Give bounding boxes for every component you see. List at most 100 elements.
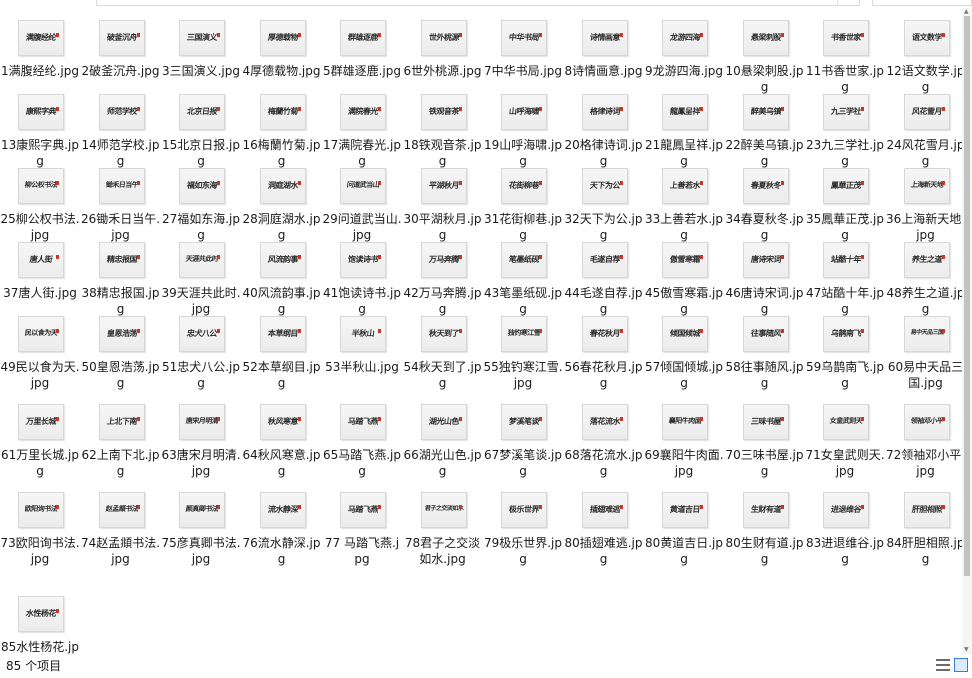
file-thumbnail: 欧阳询书法: [18, 492, 64, 528]
file-thumbnail: 柳公权书法: [18, 168, 64, 204]
file-item[interactable]: 水性杨花 85水性杨花.jpg: [0, 584, 80, 654]
seal-stamp-icon: [136, 107, 140, 111]
file-name-label: 9龙游四海.jpg: [644, 64, 724, 78]
file-thumbnail: 站酷十年: [823, 242, 869, 278]
file-item[interactable]: 襄阳牛肉面 69襄阳牛肉面.jpg: [644, 392, 724, 478]
file-item[interactable]: 梦溪笔谈 67梦溪笔谈.jpg: [483, 392, 563, 478]
seal-stamp-icon: [539, 107, 542, 111]
seal-stamp-icon: [378, 505, 381, 509]
seal-stamp-icon: [378, 329, 381, 333]
file-thumbnail: 养生之道: [903, 242, 950, 278]
file-item[interactable]: 肝胆相照 84肝胆相照.jpg: [886, 480, 962, 566]
file-item[interactable]: 民以食为天 49民以食为天.jpg: [0, 304, 80, 390]
seal-stamp-icon: [941, 505, 945, 509]
file-thumbnail: 中华书局: [501, 20, 547, 56]
file-item[interactable]: 欧阳询书法 73欧阳询书法.jpg: [0, 480, 80, 566]
file-item[interactable]: 女皇武则天 71女皇武则天.jpg: [805, 392, 885, 478]
scroll-down-arrow-icon[interactable]: ▼: [964, 646, 969, 654]
file-thumbnail: 马踏飞燕: [340, 404, 386, 440]
large-icons-view-icon[interactable]: [954, 658, 968, 672]
file-thumbnail: 肝胆相照: [903, 492, 950, 528]
file-item[interactable]: 进退维谷 83进退维谷.jpg: [805, 480, 885, 566]
file-item[interactable]: 君子之交淡如水 78君子之交淡如水.jpg: [403, 480, 483, 566]
file-item[interactable]: 流水静深 76流水静深.jpg: [242, 480, 322, 566]
file-name-label: 8诗情画意.jpg: [564, 64, 643, 78]
address-bar[interactable]: [96, 0, 860, 6]
file-thumbnail: 北京日报: [179, 94, 225, 130]
file-item[interactable]: 万里长城 61万里长城.jpg: [0, 392, 80, 478]
file-item[interactable]: 秋天到了 54秋天到了.jpg: [403, 304, 483, 390]
file-name-label: 63唐宋月明清.jpg: [161, 448, 241, 478]
file-thumbnail: 悬梁刺股: [742, 20, 789, 56]
vertical-scrollbar[interactable]: ▲ ▼: [962, 8, 972, 654]
file-item[interactable]: 生财有道 80生财有道.jpg: [725, 480, 805, 566]
file-item[interactable]: 赵孟頫书法 74赵孟頫书法.jpg: [81, 480, 161, 566]
seal-stamp-icon: [941, 181, 945, 185]
seal-stamp-icon: [378, 33, 381, 37]
file-item[interactable]: 易中天品三国 60易中天品三国.jpg: [886, 304, 962, 390]
file-name-label: 79极乐世界.jpg: [483, 536, 563, 566]
scrollbar-thumb[interactable]: [964, 16, 970, 576]
file-item[interactable]: 倾国倾城 57倾国倾城.jpg: [644, 304, 724, 390]
file-thumbnail: 书香世家: [823, 20, 869, 56]
seal-stamp-icon: [56, 107, 59, 111]
file-item[interactable]: 领袖邓小平 72领袖邓小平.jpg: [885, 392, 962, 478]
file-thumbnail: 毛遂自荐: [581, 242, 628, 278]
file-name-label: 71女皇武则天.jpg: [805, 448, 885, 478]
file-item[interactable]: 三味书屋 70三味书屋.jpg: [725, 392, 805, 478]
seal-stamp-icon: [619, 505, 623, 509]
file-thumbnail: 满院春光: [340, 94, 386, 130]
file-item[interactable]: 上北下南 62上南下北.jpg: [81, 392, 161, 478]
seal-stamp-icon: [136, 33, 140, 37]
file-item[interactable]: 颜真卿书法 75彦真卿书法.jpg: [161, 480, 241, 566]
file-name-label: 72领袖邓小平.jpg: [885, 448, 962, 478]
file-item[interactable]: 湖光山色 66湖光山色.jpg: [403, 392, 483, 478]
file-thumbnail: 诗情画意: [581, 20, 628, 56]
file-item[interactable]: 秋风寒意 64秋风寒意.jpg: [242, 392, 322, 478]
file-name-label: 59乌鹊南飞.jpg: [805, 360, 885, 390]
seal-stamp-icon: [861, 181, 864, 185]
seal-stamp-icon: [56, 505, 59, 509]
file-item[interactable]: 往事随风 58往事随风.jpg: [725, 304, 805, 390]
file-item[interactable]: 乌鹊南飞 59乌鹊南飞.jpg: [805, 304, 885, 390]
file-thumbnail: 倾国倾城: [662, 316, 708, 352]
seal-stamp-icon: [217, 255, 220, 259]
file-item[interactable]: 黄道吉日 80黄道吉日.jpg: [644, 480, 724, 566]
seal-stamp-icon: [458, 255, 462, 259]
file-name-label: 61万里长城.jpg: [0, 448, 80, 478]
seal-stamp-icon: [700, 181, 703, 185]
file-name-label: 80黄道吉日.jpg: [644, 536, 724, 566]
file-name-label: 50皇恩浩荡.jpg: [81, 360, 160, 390]
file-item[interactable]: 马踏飞燕 77 马踏飞燕.jpg: [322, 480, 402, 566]
file-item[interactable]: 插翅难逃 80插翅难逃.jpg: [564, 480, 644, 566]
file-thumbnail: 进退维谷: [823, 492, 869, 528]
seal-stamp-icon: [297, 255, 301, 259]
file-thumbnail: 春花秋月: [581, 316, 628, 352]
file-item[interactable]: 皇恩浩荡 50皇恩浩荡.jpg: [81, 304, 161, 390]
file-item[interactable]: 极乐世界 79极乐世界.jpg: [483, 480, 563, 566]
file-item[interactable]: 春花秋月 56春花秋月.jpg: [564, 304, 644, 390]
file-name-label: 60易中天品三国.jpg: [887, 360, 962, 390]
file-thumbnail: 龍鳳呈祥: [662, 94, 708, 130]
file-thumbnail: 唐宋月明清: [179, 404, 225, 440]
file-item[interactable]: 唐宋月明清 63唐宋月明清.jpg: [161, 392, 241, 478]
details-view-icon[interactable]: [936, 659, 952, 671]
file-name-label: 66湖光山色.jpg: [403, 448, 482, 478]
file-item[interactable]: 独钓寒江雪 55独钓寒江雪.jpg: [483, 304, 563, 390]
file-name-label: 73欧阳询书法.jpg: [0, 536, 80, 566]
file-name-label: 85水性杨花.jpg: [0, 640, 80, 654]
address-dropdown-button[interactable]: [837, 0, 859, 5]
file-grid: 满腹经纶 1满腹经纶.jpg 破釜沉舟 2破釜沉舟.jpg 三国演义 3三国演义.jpg 厚…: [0, 8, 962, 654]
file-item[interactable]: 马踏飞燕 65马踏飞燕.jpg: [322, 392, 402, 478]
file-item[interactable]: 半秋山 53半秋山.jpg: [322, 304, 402, 390]
scroll-up-arrow-icon[interactable]: ▲: [964, 8, 969, 16]
file-name-label: 84肝胆相照.jpg: [886, 536, 962, 566]
search-box[interactable]: [872, 0, 972, 6]
file-thumbnail: 世外桃源: [420, 20, 467, 56]
file-item[interactable]: 忠犬八公 51忠犬八公.jpg: [161, 304, 241, 390]
file-item[interactable]: 本草纲目 52本草纲目.jpg: [242, 304, 322, 390]
seal-stamp-icon: [941, 329, 945, 333]
file-name-label: 3三国演义.jpg: [161, 64, 241, 78]
file-name-label: 74赵孟頫书法.jpg: [80, 536, 161, 566]
file-item[interactable]: 落花流水 68落花流水.jpg: [564, 392, 644, 478]
